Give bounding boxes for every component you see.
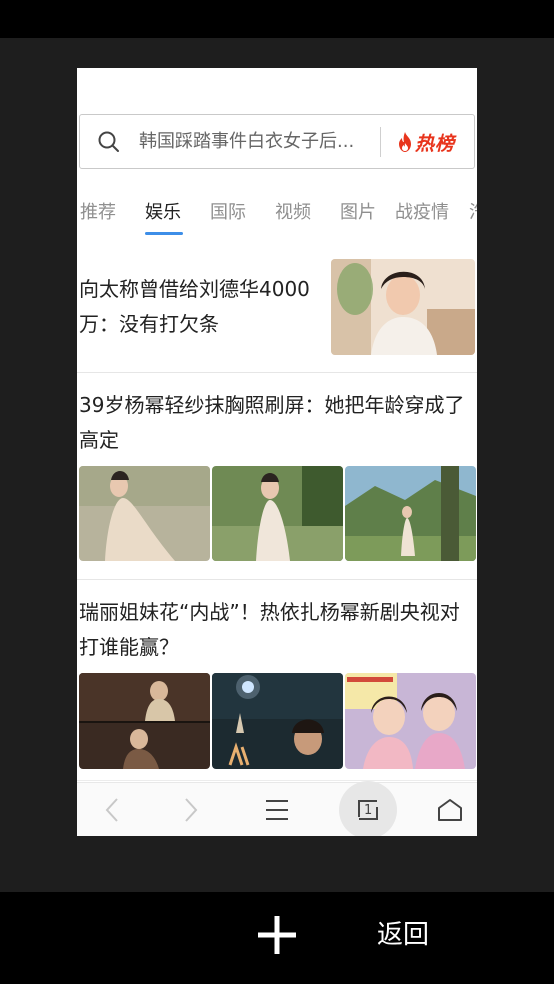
- tabs-button[interactable]: 1: [343, 783, 393, 836]
- browser-tab-preview[interactable]: 韩国踩踏事件白衣女子后... 热榜 推荐 娱乐 国际 视频 图片 战疫情 汽 向…: [77, 68, 477, 836]
- news-thumbnail[interactable]: [79, 673, 210, 769]
- back-button[interactable]: [87, 783, 137, 836]
- news-title-line: 向太称曾借给刘德华4000: [79, 277, 310, 301]
- tabs-icon: 1: [355, 797, 381, 823]
- search-divider: [380, 127, 381, 157]
- search-icon: [98, 131, 119, 152]
- category-tabs: 推荐 娱乐 国际 视频 图片 战疫情 汽: [77, 196, 477, 240]
- tab-entertainment[interactable]: 娱乐: [145, 196, 181, 230]
- tab-pictures[interactable]: 图片: [340, 196, 376, 230]
- tab-switcher-bar: 返回: [0, 892, 554, 984]
- news-thumbnail[interactable]: [331, 259, 475, 355]
- return-button[interactable]: 返回: [377, 918, 429, 952]
- tab-auto[interactable]: 汽: [469, 196, 477, 230]
- new-tab-button[interactable]: [256, 914, 298, 956]
- news-thumbnail[interactable]: [212, 466, 343, 561]
- news-title-line: 瑞丽姐妹花“内战”！热依扎杨幂新剧央视对: [79, 600, 460, 624]
- chevron-right-icon: [185, 798, 198, 822]
- news-item-title[interactable]: 39岁杨幂轻纱抹胸照刷屏：她把年龄穿成了 高定: [79, 388, 477, 458]
- tab-count: 1: [364, 803, 373, 818]
- search-input[interactable]: 韩国踩踏事件白衣女子后...: [139, 129, 371, 155]
- tab-recommend[interactable]: 推荐: [80, 196, 116, 230]
- forward-button[interactable]: [166, 783, 216, 836]
- news-thumbnail[interactable]: [79, 466, 210, 561]
- hot-list-label: 热榜: [415, 132, 456, 155]
- news-title-line: 打谁能赢？: [79, 635, 179, 659]
- menu-icon: [266, 800, 288, 820]
- search-bar[interactable]: 韩国踩踏事件白衣女子后... 热榜: [79, 114, 475, 169]
- news-thumbnail[interactable]: [212, 673, 343, 769]
- tab-video[interactable]: 视频: [275, 196, 311, 230]
- tab-epidemic[interactable]: 战疫情: [395, 196, 449, 230]
- news-title-line: 高定: [79, 428, 119, 452]
- flame-icon: [399, 132, 411, 152]
- news-item-title[interactable]: 瑞丽姐妹花“内战”！热依扎杨幂新剧央视对 打谁能赢？: [79, 595, 477, 665]
- news-title-line: 39岁杨幂轻纱抹胸照刷屏：她把年龄穿成了: [79, 393, 465, 417]
- news-title-line: 万：没有打欠条: [79, 312, 219, 336]
- active-tab-indicator: [145, 232, 183, 235]
- divider: [77, 372, 477, 373]
- news-thumbnail[interactable]: [345, 466, 476, 561]
- divider: [77, 579, 477, 580]
- home-icon: [438, 799, 462, 821]
- browser-toolbar: 1: [77, 781, 477, 836]
- tab-international[interactable]: 国际: [210, 196, 246, 230]
- home-button[interactable]: [425, 783, 475, 836]
- divider: [77, 780, 477, 781]
- menu-button[interactable]: [252, 783, 302, 836]
- hot-list-button[interactable]: 热榜: [397, 128, 455, 156]
- chevron-left-icon: [105, 798, 118, 822]
- status-bar: [0, 0, 554, 38]
- news-thumbnail[interactable]: [345, 673, 476, 769]
- news-item-title[interactable]: 向太称曾借给刘德华4000 万：没有打欠条: [79, 272, 310, 342]
